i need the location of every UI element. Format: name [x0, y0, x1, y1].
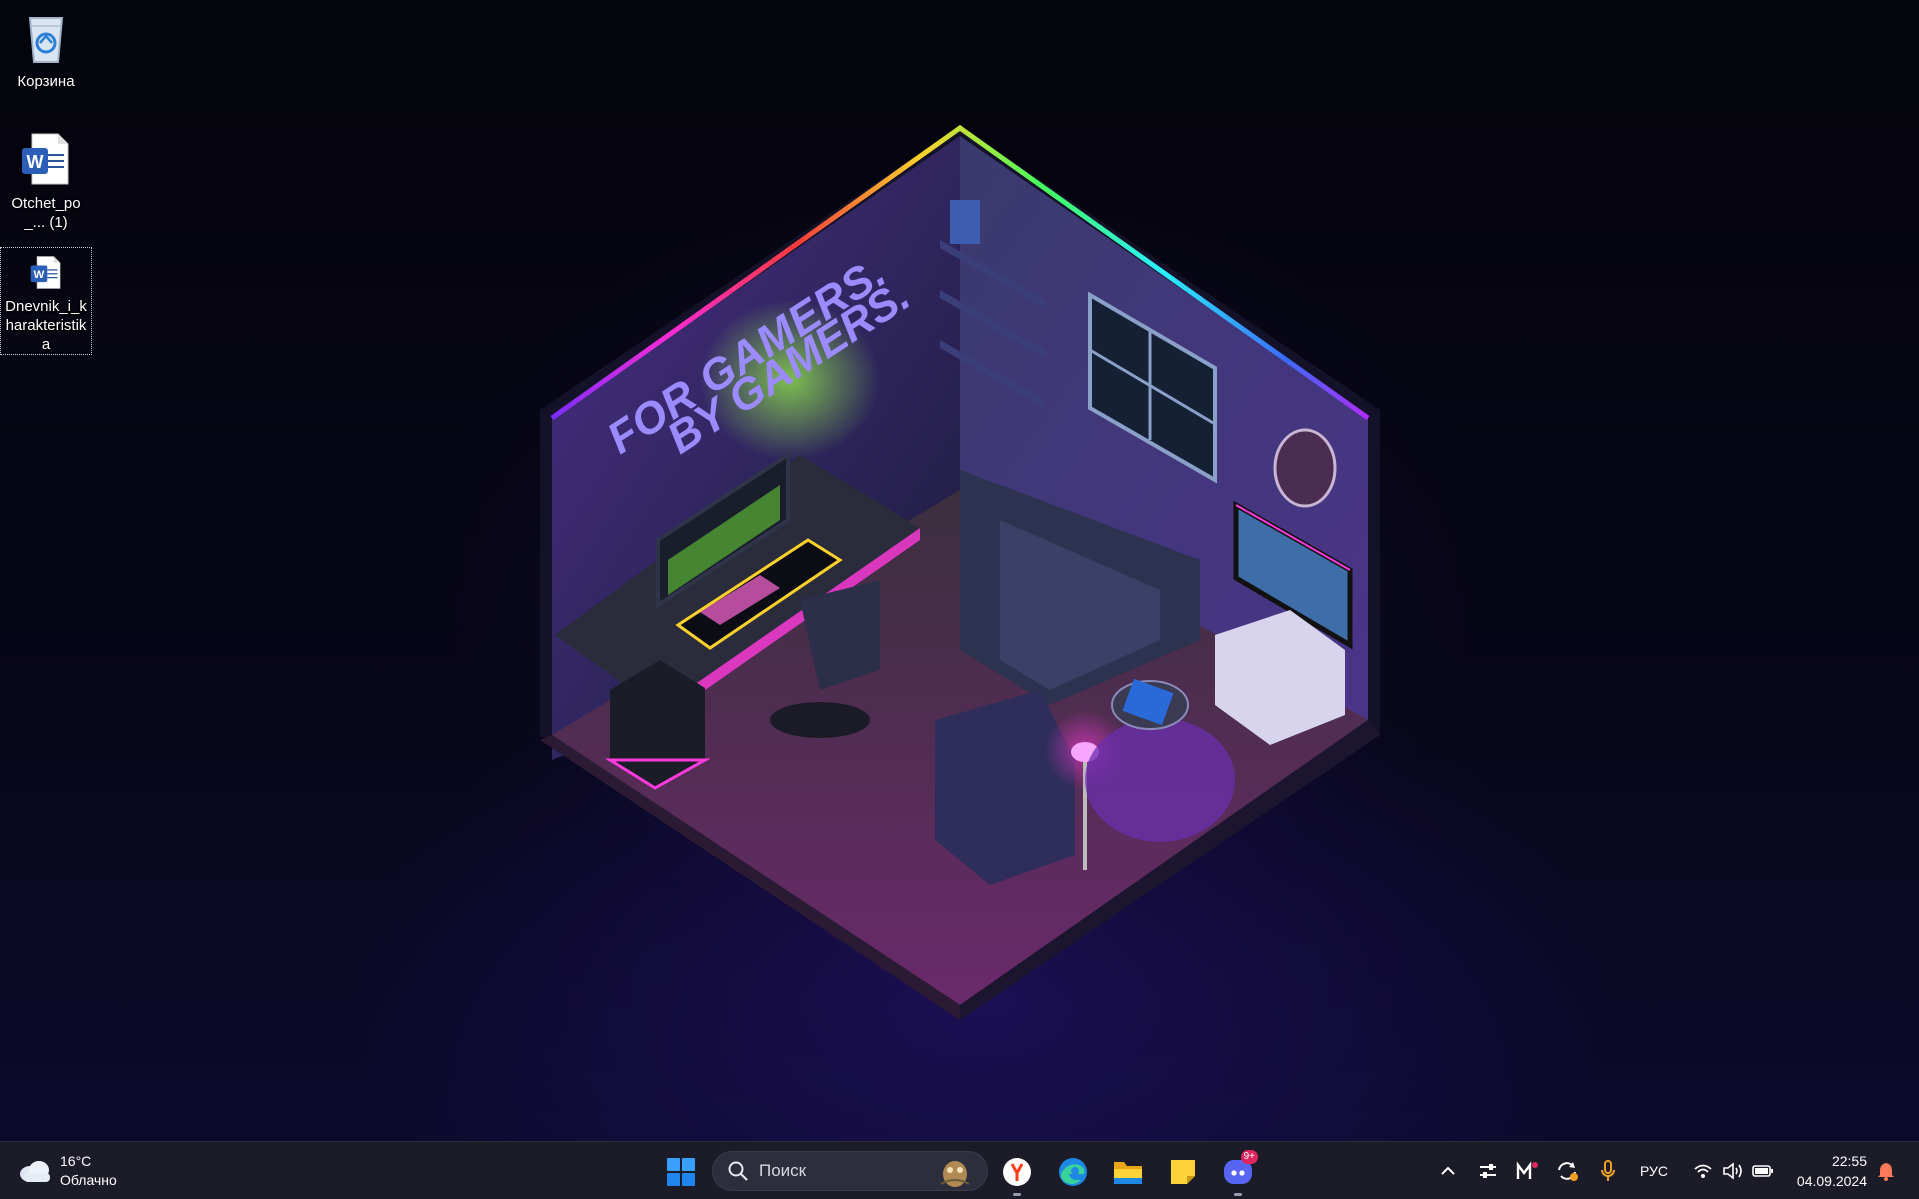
- desktop-icon-label: Dnevnik_i_kharakteristika: [5, 298, 87, 353]
- tray-m-app[interactable]: [1514, 1156, 1540, 1186]
- running-indicator: [1234, 1193, 1242, 1196]
- chevron-up-icon: [1441, 1166, 1455, 1175]
- desktop-icon-otchet-doc[interactable]: W Otchet_po_... (1): [1, 124, 91, 232]
- weather-condition: Облачно: [60, 1172, 117, 1188]
- search-highlight-owl-icon: [940, 1161, 970, 1187]
- windows-logo-icon: [667, 1158, 695, 1186]
- notification-center-button[interactable]: [1874, 1156, 1898, 1186]
- sticky-notes-icon: [1171, 1160, 1195, 1184]
- show-hidden-icons-button[interactable]: [1436, 1156, 1460, 1186]
- desktop-icon-label: Otchet_po_... (1): [11, 195, 81, 231]
- weather-temperature: 16°C: [60, 1153, 92, 1169]
- word-document-icon: W: [22, 133, 69, 185]
- desktop-icon-label: Корзина: [17, 73, 75, 90]
- tray-sync-app[interactable]: [1554, 1156, 1580, 1186]
- notification-badge: 9+: [1240, 1150, 1258, 1164]
- cloud-icon: [20, 1161, 50, 1182]
- taskbar-search-box[interactable]: Поиск: [712, 1151, 988, 1191]
- tray-wifi[interactable]: [1690, 1156, 1716, 1186]
- clock-date: 04.09.2024: [1796, 1173, 1867, 1189]
- taskbar-sticky-notes[interactable]: [1161, 1150, 1205, 1194]
- sliders-icon: [1480, 1164, 1496, 1178]
- desktop-wallpaper[interactable]: FOR GAMERS. BY GAMERS.: [0, 0, 1919, 1141]
- system-clock[interactable]: 22:55 04.09.2024: [1797, 1151, 1867, 1191]
- yandex-icon: [1003, 1158, 1031, 1186]
- sync-icon: [1558, 1162, 1578, 1181]
- wifi-icon: [1694, 1164, 1712, 1178]
- microphone-icon: [1601, 1160, 1615, 1181]
- clock-time: 22:55: [1831, 1153, 1867, 1169]
- taskbar: 16°C Облачно Поиск 9+ РУС 22:55 04.09.20…: [0, 1141, 1919, 1199]
- gaming-room-illustration: FOR GAMERS. BY GAMERS.: [540, 124, 1380, 1020]
- tray-microphone[interactable]: [1596, 1156, 1620, 1186]
- svg-text:W: W: [34, 269, 45, 281]
- tray-battery[interactable]: [1750, 1156, 1776, 1186]
- edge-icon: [1059, 1158, 1087, 1186]
- search-placeholder: Поиск: [759, 1161, 807, 1180]
- taskbar-discord[interactable]: 9+: [1216, 1150, 1260, 1196]
- weather-widget[interactable]: 16°C Облачно: [18, 1150, 117, 1192]
- tray-settings-app[interactable]: [1476, 1156, 1500, 1186]
- battery-icon: [1752, 1165, 1773, 1177]
- language-label: РУС: [1639, 1163, 1669, 1179]
- running-indicator: [1013, 1193, 1021, 1196]
- taskbar-file-explorer[interactable]: [1106, 1150, 1150, 1194]
- desktop-icon-recycle-bin[interactable]: Корзина: [1, 2, 91, 91]
- input-language-indicator[interactable]: РУС: [1632, 1156, 1676, 1186]
- recycle-bin-icon: [28, 17, 64, 63]
- m-app-icon: [1516, 1161, 1538, 1179]
- folder-icon: [1114, 1162, 1142, 1184]
- search-icon: [728, 1161, 748, 1181]
- desktop-icon-dnevnik-doc[interactable]: W Dnevnik_i_kharakteristika: [0, 247, 92, 355]
- taskbar-edge[interactable]: [1051, 1150, 1095, 1194]
- volume-icon: [1723, 1162, 1742, 1180]
- svg-text:W: W: [27, 152, 44, 172]
- bell-icon: [1878, 1163, 1894, 1181]
- word-document-icon: W: [30, 256, 61, 289]
- start-button[interactable]: [659, 1150, 703, 1194]
- taskbar-yandex-browser[interactable]: [995, 1150, 1039, 1196]
- tray-volume[interactable]: [1720, 1156, 1746, 1186]
